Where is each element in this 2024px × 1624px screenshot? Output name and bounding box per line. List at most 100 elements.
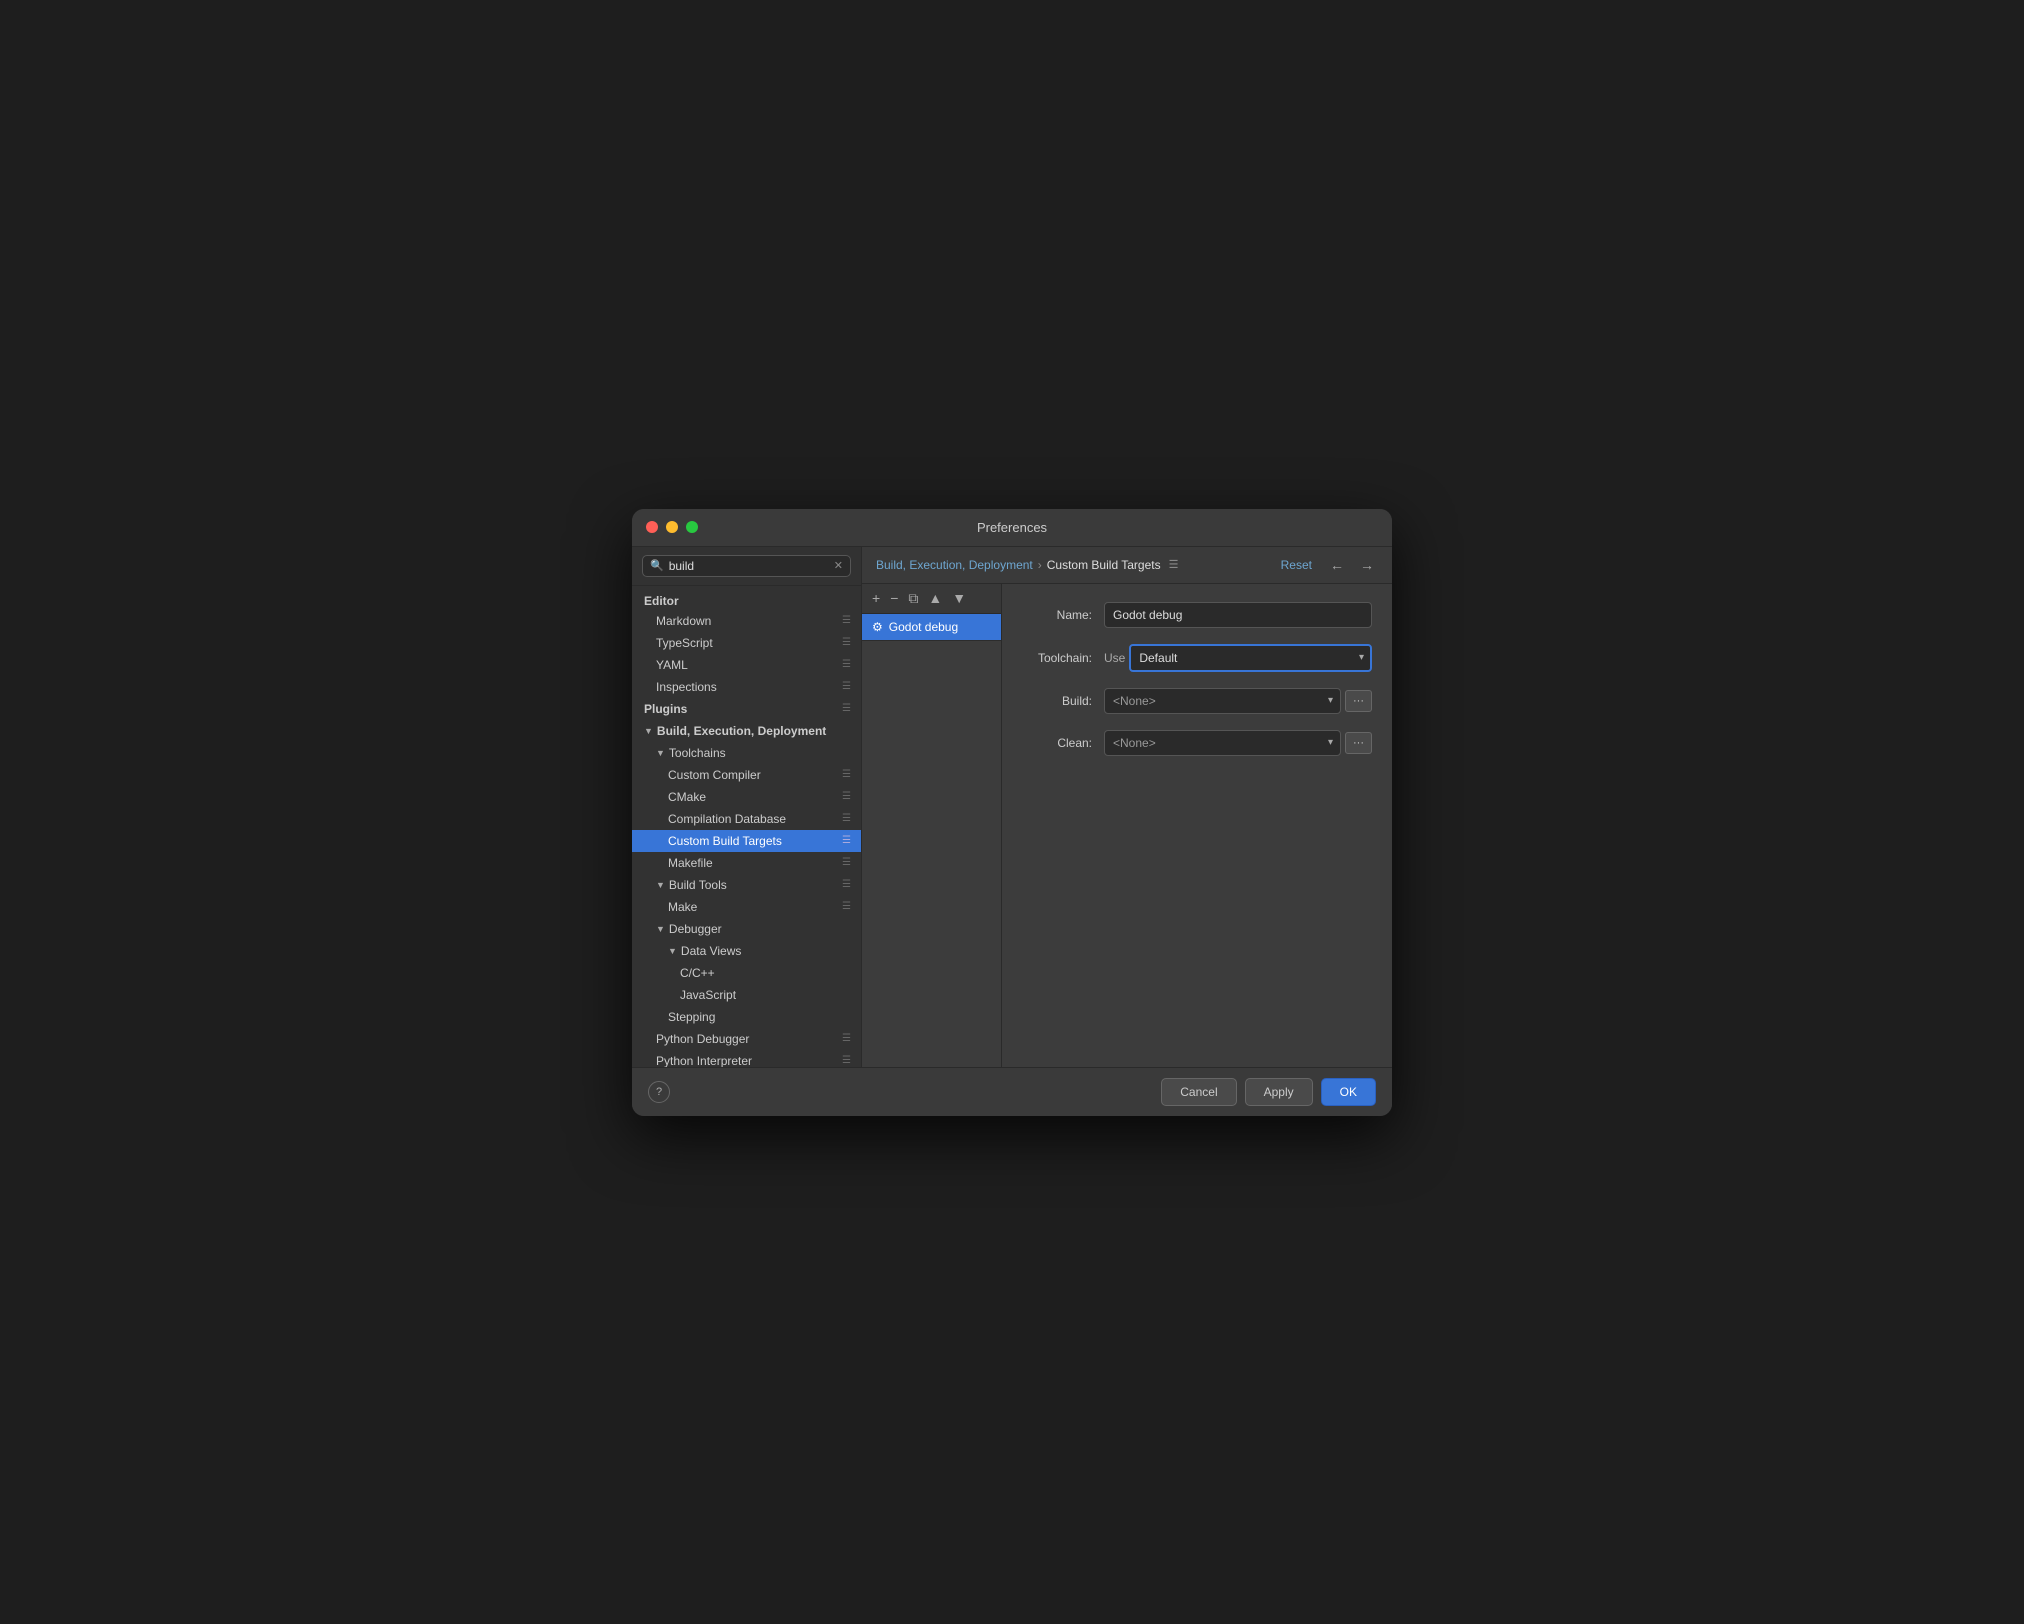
sidebar-item-typescript[interactable]: TypeScript ☰ [632,632,861,654]
close-button[interactable] [646,521,658,533]
build-label: Build: [1022,694,1092,708]
chevron-down-icon: ▼ [668,946,677,956]
clean-browse-button[interactable]: ··· [1345,732,1372,754]
sidebar-item-plugins[interactable]: Plugins ☰ [632,698,861,720]
chevron-down-icon: ▼ [656,924,665,934]
sidebar-item-debugger[interactable]: ▼ Debugger [632,918,861,940]
maximize-button[interactable] [686,521,698,533]
sidebar-item-label: Build Tools [669,878,727,892]
breadcrumb-icon: ☰ [1169,558,1179,571]
chevron-down-icon: ▼ [656,748,665,758]
sidebar-item-label: Inspections [656,680,717,694]
sidebar-item-label: YAML [656,658,688,672]
breadcrumb-parent[interactable]: Build, Execution, Deployment [876,558,1033,572]
sidebar-item-custom-build-targets[interactable]: Custom Build Targets ☰ [632,830,861,852]
sidebar-item-label: Build, Execution, Deployment [657,724,826,738]
move-down-button[interactable]: ▼ [948,588,970,608]
search-input[interactable] [669,559,809,573]
sidebar-item-compilation-database[interactable]: Compilation Database ☰ [632,808,861,830]
settings-icon: ☰ [842,879,851,890]
build-browse-button[interactable]: ··· [1345,690,1372,712]
sidebar-item-label: Markdown [656,614,711,628]
sidebar-item-makefile[interactable]: Makefile ☰ [632,852,861,874]
settings-icon: ☰ [842,703,851,714]
name-label: Name: [1022,608,1092,622]
right-panel: Build, Execution, Deployment › Custom Bu… [862,547,1392,1067]
settings-icon: ☰ [842,835,851,846]
build-select-wrapper: <None> ▾ ··· [1104,688,1372,714]
cancel-button[interactable]: Cancel [1161,1078,1236,1106]
copy-item-button[interactable]: ⧉ [904,588,922,609]
list-item-label: Godot debug [889,620,958,634]
preferences-window: Preferences 🔍 ✕ Editor Markdown ☰ Typ [632,509,1392,1116]
items-panel: + − ⧉ ▲ ▼ ⚙ Godot debug [862,584,1392,1067]
sidebar-item-python-debugger[interactable]: Python Debugger ☰ [632,1028,861,1050]
settings-icon: ☰ [842,769,851,780]
sidebar-item-build-tools[interactable]: ▼ Build Tools ☰ [632,874,861,896]
sidebar-item-inspections[interactable]: Inspections ☰ [632,676,861,698]
help-button[interactable]: ? [648,1081,670,1103]
apply-button[interactable]: Apply [1245,1078,1313,1106]
sidebar-item-yaml[interactable]: YAML ☰ [632,654,861,676]
add-item-button[interactable]: + [868,588,884,608]
sidebar-item-javascript[interactable]: JavaScript [632,984,861,1006]
sidebar-item-label: Python Interpreter [656,1054,752,1067]
clean-select[interactable]: <None> [1104,730,1341,756]
sidebar-item-label: Data Views [681,944,741,958]
sidebar-item-stepping[interactable]: Stepping [632,1006,861,1028]
sidebar-list: Editor Markdown ☰ TypeScript ☰ YAML ☰ In… [632,586,861,1067]
list-item[interactable]: ⚙ Godot debug [862,614,1001,641]
clean-select-wrapper: <None> ▾ ··· [1104,730,1372,756]
build-select[interactable]: <None> [1104,688,1341,714]
titlebar: Preferences [632,509,1392,547]
sidebar-item-label: Make [668,900,697,914]
panel-actions: Reset ← → [1275,555,1378,575]
name-row: Name: [1022,602,1372,628]
build-row: Build: <None> ▾ ··· [1022,688,1372,714]
settings-icon: ☰ [842,791,851,802]
minimize-button[interactable] [666,521,678,533]
toolchain-use-text: Use [1104,651,1125,665]
sidebar-item-data-views[interactable]: ▼ Data Views [632,940,861,962]
settings-icon: ☰ [842,1055,851,1066]
search-clear-icon[interactable]: ✕ [834,559,843,572]
settings-icon: ☰ [842,813,851,824]
sidebar-item-label: Custom Compiler [668,768,761,782]
clean-label: Clean: [1022,736,1092,750]
sidebar-item-label: Plugins [644,702,687,716]
nav-forward-button[interactable]: → [1356,555,1378,575]
settings-icon: ☰ [842,901,851,912]
window-title: Preferences [977,520,1047,535]
settings-icon: ☰ [842,1033,851,1044]
sidebar-item-markdown[interactable]: Markdown ☰ [632,610,861,632]
items-list-panel: + − ⧉ ▲ ▼ ⚙ Godot debug [862,584,1002,1067]
chevron-down-icon: ▼ [644,726,653,736]
items-list: ⚙ Godot debug [862,614,1001,1067]
sidebar-item-make[interactable]: Make ☰ [632,896,861,918]
toolchain-select[interactable]: Default [1129,644,1372,672]
sidebar-item-label: JavaScript [680,988,736,1002]
sidebar-item-label: Debugger [669,922,722,936]
sidebar-item-python-interpreter[interactable]: Python Interpreter ☰ [632,1050,861,1067]
sidebar-item-build-exec-deploy[interactable]: ▼ Build, Execution, Deployment [632,720,861,742]
nav-back-button[interactable]: ← [1326,555,1348,575]
toolchain-label: Toolchain: [1022,651,1092,665]
reset-button[interactable]: Reset [1275,556,1318,574]
gear-icon: ⚙ [872,620,883,634]
footer: ? Cancel Apply OK [632,1067,1392,1116]
remove-item-button[interactable]: − [886,588,902,608]
sidebar-item-custom-compiler[interactable]: Custom Compiler ☰ [632,764,861,786]
sidebar: 🔍 ✕ Editor Markdown ☰ TypeScript ☰ YAML [632,547,862,1067]
name-input[interactable] [1104,602,1372,628]
breadcrumb-current: Custom Build Targets [1047,558,1161,572]
search-box: 🔍 ✕ [632,547,861,586]
sidebar-item-editor: Editor [632,590,861,610]
ok-button[interactable]: OK [1321,1078,1376,1106]
toolchain-select-wrapper: Use Default ▾ [1104,644,1372,672]
sidebar-item-label: Toolchains [669,746,726,760]
settings-icon: ☰ [842,615,851,626]
sidebar-item-toolchains[interactable]: ▼ Toolchains [632,742,861,764]
move-up-button[interactable]: ▲ [924,588,946,608]
sidebar-item-cpp[interactable]: C/C++ [632,962,861,984]
sidebar-item-cmake[interactable]: CMake ☰ [632,786,861,808]
